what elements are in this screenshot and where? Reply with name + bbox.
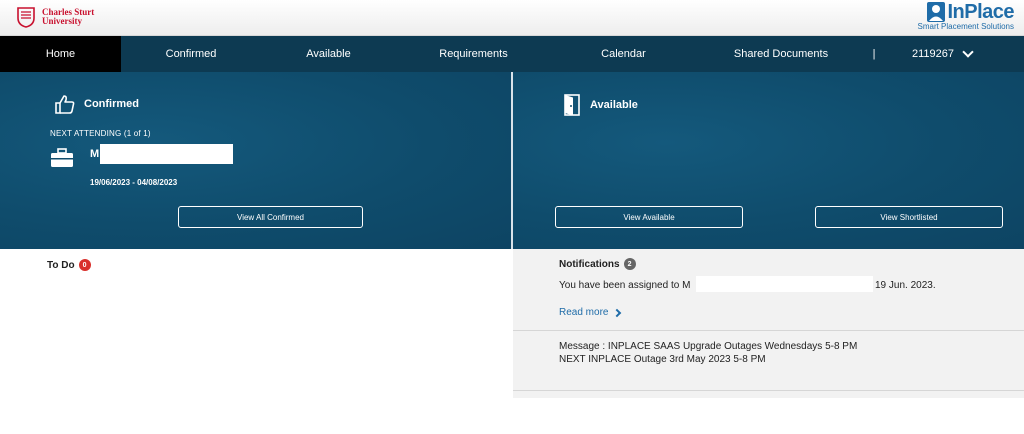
- outage-message-line2: NEXT INPLACE Outage 3rd May 2023 5-8 PM: [559, 354, 766, 365]
- view-available-button[interactable]: View Available: [555, 206, 743, 228]
- inplace-brand-name: InPlace: [947, 1, 1014, 23]
- next-attending-label: NEXT ATTENDING (1 of 1): [50, 129, 151, 138]
- nav-requirements[interactable]: Requirements: [396, 36, 551, 72]
- read-more-label: Read more: [559, 307, 609, 318]
- notifications-title: Notifications: [559, 258, 620, 270]
- outage-message-line1: Message : INPLACE SAAS Upgrade Outages W…: [559, 341, 858, 352]
- nav-available[interactable]: Available: [261, 36, 396, 72]
- inplace-logo[interactable]: InPlace Smart Placement Solutions: [917, 1, 1015, 32]
- nav-separator: |: [872, 48, 876, 60]
- top-header: Charles Sturt University InPlace Smart P…: [0, 0, 1024, 36]
- notifications-count-badge: 2: [623, 258, 636, 270]
- open-door-icon: [564, 94, 580, 116]
- notification-assigned-text: You have been assigned to M: [559, 280, 691, 291]
- view-shortlisted-button[interactable]: View Shortlisted: [815, 206, 1003, 228]
- todo-title: To Do: [47, 259, 75, 271]
- placement-name[interactable]: M: [90, 148, 99, 160]
- csu-logo[interactable]: Charles Sturt University: [16, 6, 94, 28]
- chevron-down-icon: [962, 46, 974, 58]
- csu-name-line2: University: [42, 16, 82, 26]
- todo-count-badge: 0: [78, 259, 91, 271]
- notifications-header: Notifications 2: [559, 258, 636, 270]
- placement-dates: 19/06/2023 - 04/08/2023: [90, 178, 178, 187]
- notifications-panel: Notifications 2 You have been assigned t…: [513, 249, 1024, 398]
- notification-assigned-date: 19 Jun. 2023.: [875, 280, 936, 291]
- inplace-tagline: Smart Placement Solutions: [917, 22, 1015, 31]
- main-nav: Home Confirmed Available Requirements Ca…: [0, 36, 1024, 72]
- user-id: 2119267: [911, 48, 954, 60]
- redacted-assignment-name: [696, 276, 873, 292]
- view-all-confirmed-button[interactable]: View All Confirmed: [178, 206, 363, 228]
- confirmed-panel-title: Confirmed: [84, 98, 139, 110]
- csu-shield-icon: [17, 7, 35, 28]
- inplace-person-icon: [927, 2, 946, 22]
- nav-confirmed[interactable]: Confirmed: [121, 36, 261, 72]
- redacted-placement-name: [100, 144, 233, 164]
- briefcase-icon: [51, 148, 73, 167]
- available-panel-title: Available: [590, 99, 638, 111]
- nav-calendar[interactable]: Calendar: [551, 36, 696, 72]
- nav-home[interactable]: Home: [0, 36, 121, 72]
- todo-section: To Do 0: [47, 259, 91, 271]
- available-panel: Available View Available View Shortliste…: [513, 72, 1024, 249]
- notification-divider: [513, 330, 1024, 331]
- user-menu[interactable]: 2119267: [882, 36, 1002, 72]
- outage-message: Message : INPLACE SAAS Upgrade Outages W…: [559, 340, 857, 366]
- available-panel-header: Available: [562, 94, 638, 116]
- confirmed-panel: Confirmed NEXT ATTENDING (1 of 1) M 19/0…: [0, 72, 511, 249]
- csu-wordmark: Charles Sturt University: [42, 8, 94, 26]
- read-more-link[interactable]: Read more: [559, 307, 622, 318]
- chevron-right-icon: [613, 308, 622, 317]
- notification-bottom-divider: [513, 390, 1024, 391]
- thumbs-up-icon: [55, 95, 75, 114]
- confirmed-panel-header: Confirmed: [54, 94, 139, 114]
- nav-shared-documents[interactable]: Shared Documents: [696, 36, 866, 72]
